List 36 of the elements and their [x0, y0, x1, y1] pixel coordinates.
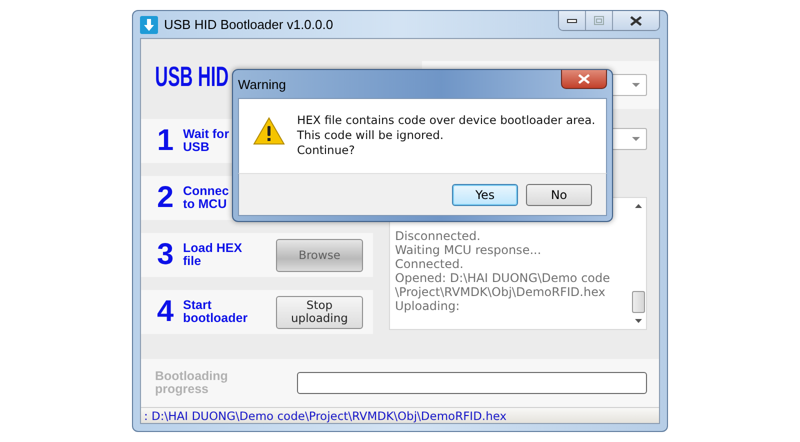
step-button[interactable]: Stop uploading	[276, 296, 363, 328]
close-icon	[630, 16, 642, 26]
app-logo: USB HID	[155, 63, 229, 91]
log-line: Opened: D:\HAI DUONG\Demo code	[395, 271, 612, 285]
maximize-icon	[594, 16, 604, 25]
close-icon	[578, 74, 590, 84]
step-number: 1	[157, 124, 175, 158]
minimize-button[interactable]	[559, 11, 586, 30]
close-button[interactable]	[613, 11, 659, 30]
log-line: \Project\RVMDK\Obj\DemoRFID.hex	[395, 285, 606, 299]
dialog-title: Warning	[238, 76, 286, 92]
step-label: Wait for USB	[183, 128, 230, 154]
status-bar: : D:\HAI DUONG\Demo code\Project\RVMDK\Obj\DemoRFID.hex	[141, 407, 659, 423]
dialog-message: HEX file contains code over device bootloader area. This code will be ignored. Continue?	[297, 113, 596, 158]
step-number: 4	[157, 295, 175, 329]
dialog-button[interactable]: No	[526, 184, 592, 206]
step-number: 2	[157, 181, 175, 215]
dropdown-arrow-icon	[632, 83, 640, 87]
dropdown-arrow-icon	[632, 137, 640, 141]
log-line: Uploading:	[395, 299, 461, 313]
default-button[interactable]: Yes	[452, 184, 518, 206]
warning-icon	[253, 117, 285, 145]
log-line: Waiting MCU response...	[395, 243, 542, 257]
log-line: Disconnected.	[395, 229, 482, 243]
log-line: Connected.	[395, 257, 464, 271]
scroll-down-icon	[635, 319, 642, 323]
step-label: Connec to MCU	[183, 185, 230, 211]
minimize-icon	[567, 18, 577, 22]
close-button[interactable]	[561, 70, 607, 89]
step-label: Load HEX file	[183, 242, 244, 268]
progress-label: Bootloading progress	[155, 370, 229, 396]
scroll-thumb[interactable]	[632, 291, 645, 313]
step-number: 3	[157, 238, 175, 272]
step-label: Start bootloader	[183, 299, 249, 325]
window-title: USB HID Bootloader v1.0.0.0	[164, 17, 334, 32]
scroll-up-icon	[635, 204, 642, 208]
